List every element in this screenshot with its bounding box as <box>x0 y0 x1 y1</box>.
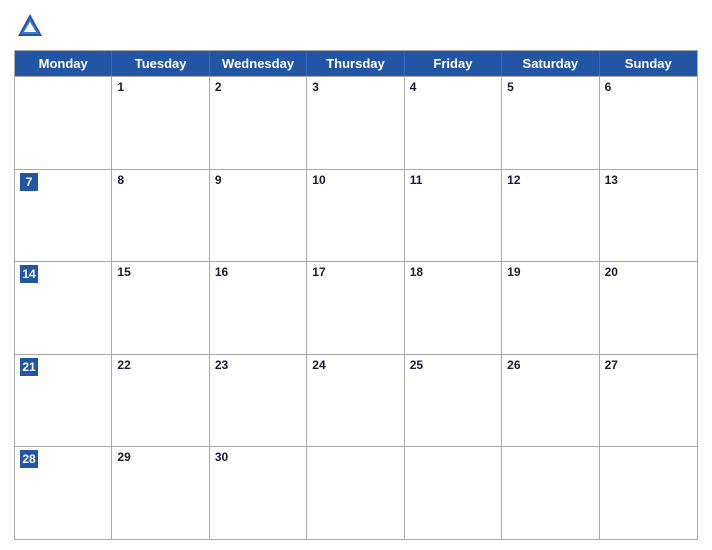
cell-day-number: 21 <box>20 358 38 376</box>
cell-day-number: 9 <box>215 173 301 187</box>
cell-day-number: 3 <box>312 80 398 94</box>
calendar-cell: 4 <box>405 77 502 169</box>
day-header-sunday: Sunday <box>600 51 697 76</box>
cell-day-number: 1 <box>117 80 203 94</box>
calendar-cell <box>502 447 599 539</box>
day-header-thursday: Thursday <box>307 51 404 76</box>
calendar-cell: 12 <box>502 170 599 262</box>
cell-day-number: 18 <box>410 265 496 279</box>
cell-day-number: 12 <box>507 173 593 187</box>
calendar-cell <box>600 447 697 539</box>
calendar-cell: 28 <box>15 447 112 539</box>
calendar-cell: 21 <box>15 355 112 447</box>
calendar-cell: 18 <box>405 262 502 354</box>
calendar-cell: 17 <box>307 262 404 354</box>
calendar-cell: 27 <box>600 355 697 447</box>
cell-day-number: 5 <box>507 80 593 94</box>
cell-day-number: 8 <box>117 173 203 187</box>
cell-day-number: 28 <box>20 450 38 468</box>
calendar-cell: 14 <box>15 262 112 354</box>
calendar-cell <box>15 77 112 169</box>
calendar-cell: 23 <box>210 355 307 447</box>
calendar-cell: 5 <box>502 77 599 169</box>
cell-day-number: 27 <box>605 358 692 372</box>
calendar-cell: 25 <box>405 355 502 447</box>
cell-day-number: 19 <box>507 265 593 279</box>
day-header-saturday: Saturday <box>502 51 599 76</box>
week-row-4: 28 29 30 <box>15 446 697 539</box>
calendar-cell <box>307 447 404 539</box>
week-row-1: 7 89 10 11 12 13 <box>15 169 697 262</box>
cell-day-number: 23 <box>215 358 301 372</box>
calendar-cell: 29 <box>112 447 209 539</box>
calendar-cell: 15 <box>112 262 209 354</box>
calendar-cell: 9 <box>210 170 307 262</box>
cell-day-number: 13 <box>605 173 692 187</box>
week-row-3: 21 22 23 24 25 26 27 <box>15 354 697 447</box>
calendar-cell <box>405 447 502 539</box>
day-header-tuesday: Tuesday <box>112 51 209 76</box>
cell-day-number: 2 <box>215 80 301 94</box>
calendar-cell: 1 <box>112 77 209 169</box>
cell-day-number: 11 <box>410 173 496 187</box>
day-header-friday: Friday <box>405 51 502 76</box>
calendar-cell: 13 <box>600 170 697 262</box>
cell-day-number: 14 <box>20 265 38 283</box>
cell-day-number: 22 <box>117 358 203 372</box>
day-headers: MondayTuesdayWednesdayThursdayFridaySatu… <box>15 51 697 76</box>
cell-day-number: 24 <box>312 358 398 372</box>
calendar-cell: 30 <box>210 447 307 539</box>
calendar: MondayTuesdayWednesdayThursdayFridaySatu… <box>14 50 698 540</box>
cell-day-number: 20 <box>605 265 692 279</box>
calendar-cell: 26 <box>502 355 599 447</box>
cell-day-number: 4 <box>410 80 496 94</box>
day-header-wednesday: Wednesday <box>210 51 307 76</box>
cell-day-number: 29 <box>117 450 203 464</box>
calendar-cell: 3 <box>307 77 404 169</box>
cell-day-number: 15 <box>117 265 203 279</box>
day-header-monday: Monday <box>15 51 112 76</box>
week-row-2: 14 15 16 17 18 19 20 <box>15 261 697 354</box>
calendar-cell: 2 <box>210 77 307 169</box>
generalblue-icon <box>14 10 46 42</box>
week-row-0: 123456 <box>15 76 697 169</box>
logo <box>14 10 50 42</box>
calendar-cell: 7 <box>15 170 112 262</box>
calendar-cell: 22 <box>112 355 209 447</box>
calendar-cell: 24 <box>307 355 404 447</box>
calendar-page: MondayTuesdayWednesdayThursdayFridaySatu… <box>0 0 712 550</box>
cell-day-number: 16 <box>215 265 301 279</box>
cell-day-number: 7 <box>20 173 38 191</box>
calendar-cell: 8 <box>112 170 209 262</box>
calendar-cell: 20 <box>600 262 697 354</box>
cell-day-number: 6 <box>605 80 692 94</box>
calendar-cell: 19 <box>502 262 599 354</box>
cell-day-number: 30 <box>215 450 301 464</box>
calendar-body: 1234567891011121314151617181920212223242… <box>15 76 697 539</box>
cell-day-number: 17 <box>312 265 398 279</box>
header <box>14 10 698 42</box>
calendar-cell: 11 <box>405 170 502 262</box>
cell-day-number: 26 <box>507 358 593 372</box>
calendar-cell: 6 <box>600 77 697 169</box>
calendar-cell: 16 <box>210 262 307 354</box>
calendar-cell: 10 <box>307 170 404 262</box>
cell-day-number: 25 <box>410 358 496 372</box>
cell-day-number: 10 <box>312 173 398 187</box>
